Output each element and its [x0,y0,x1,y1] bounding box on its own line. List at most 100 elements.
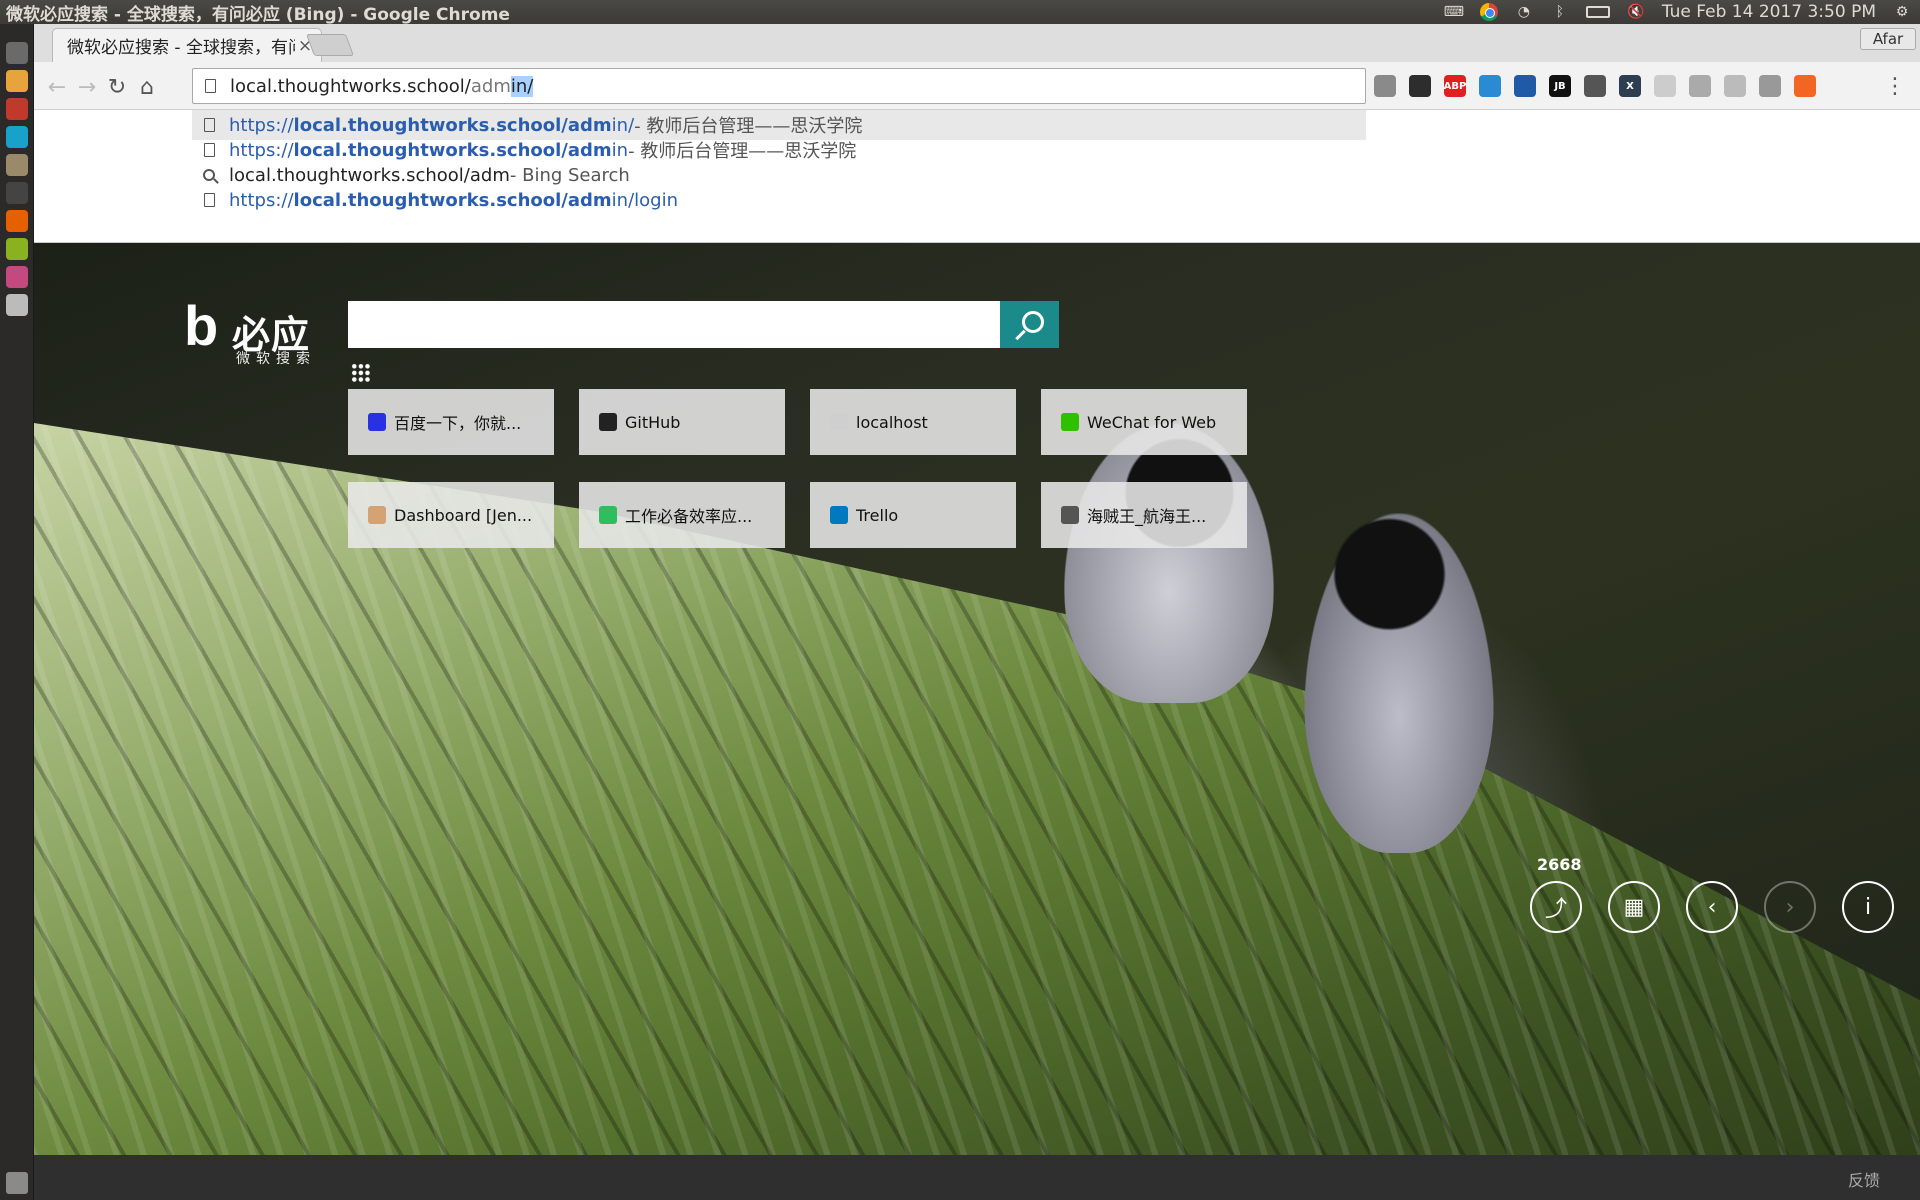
suggestion-rest: in/login [611,189,678,211]
new-tab-button[interactable] [305,34,355,56]
suggestion-description: - Bing Search [509,164,630,186]
top-site-tile[interactable]: Dashboard [Jen... [348,482,554,548]
search-button[interactable] [1000,301,1059,348]
gear-icon[interactable]: ⚙ [1892,3,1912,21]
top-site-label: 百度一下，你就... [394,414,522,433]
extensions-bar: ABP JB X [1374,74,1816,98]
address-bar[interactable]: local.thoughtworks.school/adm in/ [192,68,1366,104]
top-site-tile[interactable]: 工作必备效率应... [579,482,785,548]
search-icon [1021,310,1044,333]
background-bird [1304,513,1494,853]
wifi-icon[interactable]: ◔ [1514,3,1534,21]
top-site-tile[interactable]: 百度一下，你就... [348,389,554,455]
apps-grid-icon[interactable] [351,363,371,383]
tab-title: 微软必应搜索 - 全球搜索，有问必应 (Bing) [67,38,295,58]
bluetooth-icon[interactable]: ᛒ [1550,3,1570,21]
files-app-icon[interactable] [6,154,28,176]
ext-panel-icon[interactable] [1759,75,1781,97]
mailspring-app-icon[interactable] [6,238,28,260]
evernote-icon [599,506,617,524]
page-icon [204,118,215,132]
menu-kebab-icon[interactable]: ⋮ [1884,74,1906,99]
search-icon [203,169,215,181]
battery-icon[interactable] [1585,6,1610,18]
clock[interactable]: Tue Feb 14 2017 3:50 PM [1662,2,1876,22]
ext-evernote-icon[interactable] [1409,75,1431,97]
top-site-label: Dashboard [Jen... [394,505,533,525]
volume-muted-icon[interactable]: 🔇 [1626,3,1646,21]
suggestion-scheme: https:// [229,139,294,161]
terminal-app-icon[interactable] [6,182,28,204]
ext-adblock-icon[interactable]: ABP [1444,75,1466,97]
suggestion-scheme: https:// [229,189,294,211]
tab-active[interactable]: 微软必应搜索 - 全球搜索，有问必应 (Bing) × [52,28,322,62]
previous-image-icon[interactable]: ‹ [1686,881,1738,933]
view-counter: 2668 [1537,855,1582,874]
page-icon [204,193,215,207]
store-app-icon[interactable] [6,266,28,288]
dash-icon[interactable] [6,42,28,64]
search-input[interactable] [348,301,1000,348]
chrome-icon[interactable] [1479,3,1498,21]
firefox-app-icon[interactable] [6,210,28,232]
ext-jira-icon[interactable] [1514,75,1536,97]
top-site-tile[interactable]: localhost [810,389,1016,455]
suggestion-match: local.thoughtworks.school/adm [293,139,612,161]
bing-logo[interactable]: b 必应 微软搜索 [184,298,324,368]
wechat-icon [1061,413,1079,431]
system-indicators: ⌨ ◔ ᛒ 🔇 Tue Feb 14 2017 3:50 PM ⚙ [1444,2,1920,22]
suggestion-text: local.thoughtworks.school/adm [229,164,510,186]
ext-grid-icon[interactable] [1689,75,1711,97]
url-host: local.thoughtworks.school/ [230,75,471,97]
forward-arrow-icon[interactable]: → [74,74,100,100]
ext-react-icon[interactable] [1724,75,1746,97]
top-site-label: Trello [856,505,899,525]
feedback-link[interactable]: 反馈 [1848,1167,1880,1191]
back-arrow-icon[interactable]: ← [44,74,70,100]
webstorm-app-icon[interactable] [6,126,28,148]
ext-globe-icon[interactable] [1479,75,1501,97]
ext-jb-icon[interactable]: JB [1549,75,1571,97]
top-site-label: localhost [856,412,928,432]
ext-contrast-icon[interactable] [1584,75,1606,97]
ext-x-icon[interactable]: X [1619,75,1641,97]
home-icon[interactable]: ⌂ [134,74,160,100]
red-app-icon[interactable] [6,98,28,120]
ext-clock-icon[interactable] [1374,75,1396,97]
info-icon[interactable]: i [1842,881,1894,933]
suggestion-rest: in/ [611,114,635,136]
ext-orange-icon[interactable] [1794,75,1816,97]
url-typed: adm [470,75,511,97]
suggestion-match: local.thoughtworks.school/adm [293,114,612,136]
jenkins-icon [368,506,386,524]
app-launcher [0,24,34,1200]
top-site-label: GitHub [625,412,681,432]
tab-strip: 微软必应搜索 - 全球搜索，有问必应 (Bing) × Afar [34,24,1920,62]
reload-icon[interactable]: ↻ [104,74,130,100]
suggestion-scheme: https:// [229,114,294,136]
bing-homepage: b 必应 微软搜索 百度一下，你就... GitHub localhost WeCha… [34,243,1920,1155]
page-icon [830,413,848,431]
suggestion-item[interactable]: https://local.thoughtworks.school/adm in/… [192,185,1366,215]
page-icon [205,79,216,93]
top-site-tile[interactable]: Trello [810,482,1016,548]
background-bird [1064,423,1274,703]
share-icon[interactable]: ⤴ [1530,881,1582,933]
top-site-tile[interactable]: 海贼王_航海王... [1041,482,1247,548]
top-site-label: WeChat for Web [1087,412,1217,432]
chrome-app-icon[interactable] [6,70,28,92]
github-icon [599,413,617,431]
page-footer: 反馈 [34,1155,1920,1200]
top-site-label: 工作必备效率应... [625,507,753,526]
top-site-tile[interactable]: WeChat for Web [1041,389,1247,455]
bing-logo-subtitle: 微软搜索 [236,351,316,367]
disk-app-icon[interactable] [6,294,28,316]
ext-network-icon[interactable] [1654,75,1676,97]
trash-icon[interactable] [6,1172,28,1194]
qr-code-icon[interactable]: ▦ [1608,881,1660,933]
profile-button[interactable]: Afar [1860,28,1916,50]
top-site-label: 海贼王_航海王... [1087,507,1207,526]
keyboard-icon[interactable]: ⌨ [1444,3,1464,21]
next-image-icon[interactable]: › [1764,881,1816,933]
top-site-tile[interactable]: GitHub [579,389,785,455]
